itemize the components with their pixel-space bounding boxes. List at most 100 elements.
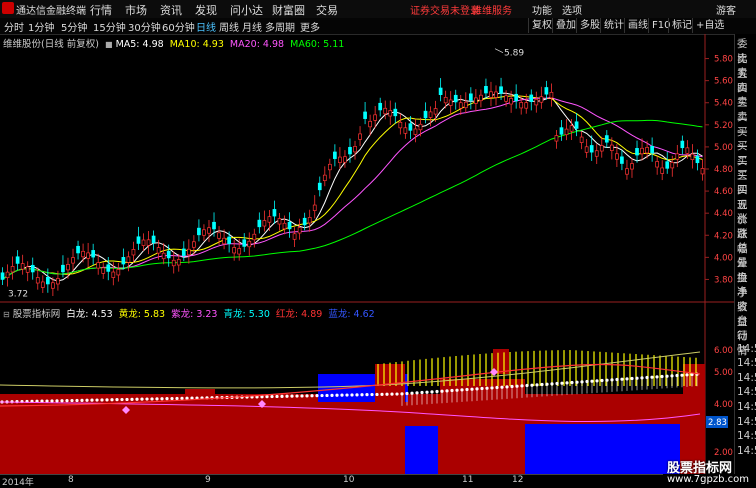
white-dot: [265, 395, 269, 399]
candle-body: [333, 151, 337, 159]
candle-body: [418, 123, 423, 131]
menu-bar: 通达信金融终端 行情 市场 资讯 发现 问小达 财富圈 交易 证券交易未登录 维…: [0, 0, 756, 19]
white-dot: [355, 393, 359, 397]
candle-body: [413, 128, 418, 135]
candle-body: [5, 271, 10, 279]
white-dot: [395, 392, 399, 396]
btn-draw[interactable]: 画线: [624, 18, 651, 33]
quote-field-label: 14:56: [737, 444, 756, 457]
y-tick-label: 4.80: [714, 165, 733, 175]
candle-body: [91, 250, 96, 258]
high-price-label: 5.89: [504, 49, 524, 59]
candle-body: [453, 94, 458, 103]
candle-body: [262, 220, 267, 227]
menu-discover[interactable]: 发现: [195, 2, 217, 18]
candle-body: [96, 262, 101, 269]
tab-daily[interactable]: 日线: [196, 19, 216, 34]
candle-body: [348, 146, 352, 155]
candle-body: [539, 96, 544, 103]
tab-monthly[interactable]: 月线: [242, 19, 262, 34]
btn-overlay[interactable]: 叠加: [552, 18, 579, 33]
ma-line: [2, 95, 703, 280]
white-dot: [125, 397, 129, 402]
candle-body: [287, 221, 292, 230]
white-dot: [295, 394, 299, 398]
white-dot: [95, 398, 99, 402]
candle-body: [645, 147, 649, 154]
candle-body: [156, 247, 161, 254]
quote-field-label: 14:56: [737, 371, 756, 384]
login-notice[interactable]: 证券交易未登录: [410, 2, 480, 17]
menu-trade[interactable]: 交易: [316, 2, 338, 18]
white-dot: [290, 394, 294, 398]
menu-options[interactable]: 选项: [562, 2, 582, 17]
menu-wealth[interactable]: 财富圈: [272, 2, 305, 18]
candle-body: [116, 269, 121, 276]
candle-body: [101, 267, 106, 274]
candle-body: [136, 236, 141, 244]
chart-area[interactable]: 2.83 5.89 3.72 5.80 5.60 5.40 5.20 5.00 4.80 4.…: [0, 34, 734, 474]
white-dot: [380, 392, 384, 396]
candle-body: [56, 278, 60, 285]
white-dot: [110, 398, 114, 402]
menu-market[interactable]: 市场: [125, 2, 147, 18]
white-dot: [270, 394, 274, 399]
menu-function[interactable]: 功能: [532, 2, 552, 17]
candle-body: [10, 266, 15, 273]
candle-body: [282, 222, 287, 230]
white-dot: [145, 397, 149, 401]
btn-multi-stock[interactable]: 多股: [576, 18, 603, 33]
service-link[interactable]: 维维服务: [472, 2, 512, 17]
candle-body: [378, 102, 383, 111]
candle-body: [222, 237, 226, 245]
candle-body: [192, 241, 196, 248]
menu-ask[interactable]: 问小达: [230, 2, 263, 18]
blue-dragon-label: 蓝龙: 4.62: [328, 309, 375, 320]
candle-body: [146, 239, 151, 246]
ma-line: [2, 97, 703, 280]
tab-weekly[interactable]: 周线: [219, 19, 239, 34]
tab-5min[interactable]: 5分钟: [61, 19, 87, 34]
date-label: 12: [512, 475, 524, 485]
candle-body: [131, 249, 136, 256]
white-dot: [345, 393, 349, 397]
btn-mark[interactable]: 标记: [668, 18, 695, 33]
candle-body: [247, 240, 252, 248]
white-dot: [320, 393, 324, 398]
tab-more[interactable]: 更多: [300, 19, 320, 34]
menu-news[interactable]: 资讯: [160, 2, 182, 18]
candle-body: [474, 97, 478, 104]
btn-add-watchlist[interactable]: +自选: [692, 18, 727, 33]
white-dot: [105, 398, 109, 402]
candle-body: [20, 263, 25, 270]
candle-body: [690, 153, 695, 160]
candle-body: [589, 145, 594, 153]
low-price-label: 3.72: [8, 289, 28, 299]
btn-adjust[interactable]: 复权: [528, 18, 555, 33]
candle-body: [181, 248, 186, 256]
tab-minute[interactable]: 分时: [4, 19, 24, 34]
y-tick-label: 5.40: [714, 99, 733, 109]
candle-body: [373, 114, 378, 121]
tab-30min[interactable]: 30分钟: [128, 19, 161, 34]
candle-body: [217, 232, 221, 239]
btn-stats[interactable]: 统计: [600, 18, 627, 33]
white-dot: [55, 399, 59, 403]
candle-body: [272, 209, 277, 217]
guest-label[interactable]: 游客: [716, 2, 736, 17]
candle-body: [81, 250, 85, 258]
moving-average-lines: [2, 92, 703, 282]
tab-15min[interactable]: 15分钟: [93, 19, 126, 34]
tab-60min[interactable]: 60分钟: [162, 19, 195, 34]
quote-field-label: 14:56: [737, 430, 756, 443]
candle-body: [15, 256, 20, 264]
tab-1min[interactable]: 1分钟: [28, 19, 54, 34]
indicator-name[interactable]: 股票指标网: [13, 309, 61, 320]
candle-body: [569, 125, 574, 132]
tab-multi-period[interactable]: 多周期: [265, 19, 295, 34]
candle-body: [458, 102, 463, 109]
candle-body: [242, 239, 247, 247]
menu-quotes[interactable]: 行情: [90, 2, 112, 18]
candle-body: [171, 259, 176, 267]
white-dot: [305, 394, 309, 398]
